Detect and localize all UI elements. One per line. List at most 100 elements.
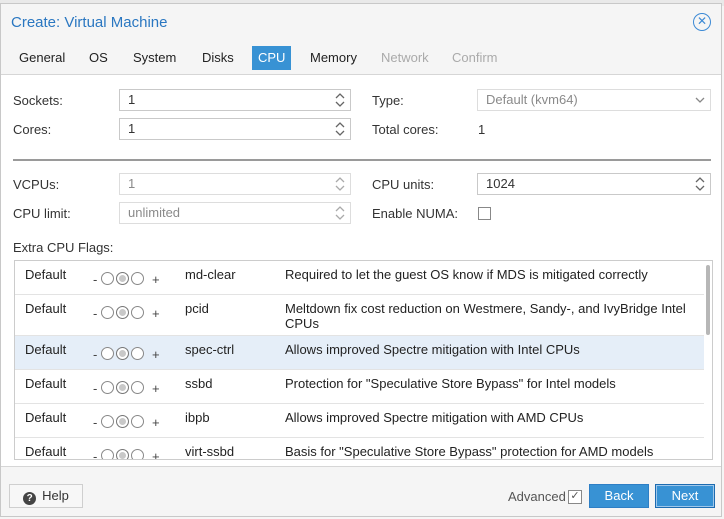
create-vm-dialog: Create: Virtual Machine ✕ General OS Sys… [0, 3, 722, 517]
scrollbar[interactable] [706, 265, 710, 335]
minus-icon: - [93, 347, 98, 362]
radio-on[interactable] [131, 347, 144, 360]
tristate-toggle[interactable]: - + [93, 304, 169, 322]
type-select[interactable]: Default (kvm64) [477, 89, 711, 111]
close-icon[interactable]: ✕ [693, 13, 711, 31]
type-label: Type: [372, 93, 404, 108]
minus-icon: - [93, 415, 98, 430]
minus-icon: - [93, 272, 98, 287]
spinner-icon[interactable] [695, 176, 705, 192]
tristate-toggle[interactable]: - + [93, 413, 169, 431]
numa-checkbox[interactable] [478, 207, 491, 220]
spinner-icon[interactable] [335, 205, 345, 221]
radio-off[interactable] [101, 449, 114, 459]
radio-default[interactable] [116, 415, 129, 428]
spinner-icon[interactable] [335, 121, 345, 137]
sockets-label: Sockets: [13, 93, 63, 108]
advanced-checkbox[interactable]: ✓ [568, 490, 582, 504]
flag-state: Default [25, 376, 67, 391]
tristate-toggle[interactable]: - + [93, 345, 169, 363]
flag-name: spec-ctrl [185, 342, 235, 357]
flag-name: ssbd [185, 376, 213, 391]
radio-off[interactable] [101, 415, 114, 428]
table-row[interactable]: Default - + ibpb Allows improved Spectre … [15, 404, 704, 438]
flag-name: pcid [185, 301, 209, 316]
radio-on[interactable] [131, 306, 144, 319]
dialog-titlebar: Create: Virtual Machine ✕ [1, 4, 721, 42]
plus-icon: + [152, 415, 160, 430]
flag-name: md-clear [185, 267, 236, 282]
minus-icon: - [93, 381, 98, 396]
tab-general[interactable]: General [13, 46, 71, 70]
radio-off[interactable] [101, 306, 114, 319]
vcpus-field[interactable]: 1 [119, 173, 351, 195]
tab-os[interactable]: OS [83, 46, 114, 70]
sockets-field[interactable]: 1 [119, 89, 351, 111]
table-row[interactable]: Default - + ssbd Protection for "Speculat… [15, 370, 704, 404]
cpu-units-label: CPU units: [372, 177, 435, 192]
tab-system[interactable]: System [127, 46, 182, 70]
flag-description: Meltdown fix cost reduction on Westmere,… [285, 301, 686, 331]
total-cores-value: 1 [478, 122, 486, 137]
flag-description: Protection for "Speculative Store Bypass… [285, 376, 616, 391]
cores-label: Cores: [13, 122, 52, 137]
tristate-toggle[interactable]: - + [93, 379, 169, 397]
radio-default[interactable] [116, 306, 129, 319]
radio-default[interactable] [116, 272, 129, 285]
radio-off[interactable] [101, 347, 114, 360]
spinner-icon[interactable] [335, 92, 345, 108]
type-value: Default (kvm64) [486, 92, 578, 107]
plus-icon: + [152, 347, 160, 362]
extra-flags-label: Extra CPU Flags: [13, 240, 114, 255]
flag-name: virt-ssbd [185, 444, 235, 459]
dialog-title: Create: Virtual Machine [11, 14, 168, 31]
tab-network: Network [381, 50, 429, 65]
tab-cpu[interactable]: CPU [252, 46, 292, 70]
plus-icon: + [152, 449, 160, 460]
flag-name: ibpb [185, 410, 210, 425]
radio-on[interactable] [131, 449, 144, 459]
flag-description: Allows improved Spectre mitigation with … [285, 410, 584, 425]
cpu-panel: Sockets: 1 Cores: 1 Type: Default (kvm64… [1, 74, 721, 467]
radio-off[interactable] [101, 272, 114, 285]
radio-on[interactable] [131, 272, 144, 285]
table-row[interactable]: Default - + md-clear Required to let the … [15, 261, 704, 295]
tab-memory[interactable]: Memory [304, 46, 363, 70]
radio-default[interactable] [116, 381, 129, 394]
tab-disks[interactable]: Disks [196, 46, 240, 70]
radio-default[interactable] [116, 347, 129, 360]
spinner-icon[interactable] [335, 176, 345, 192]
flag-state: Default [25, 301, 67, 316]
help-label: Help [42, 488, 69, 503]
table-row[interactable]: Default - + pcid Meltdown fix cost reduct… [15, 295, 704, 336]
radio-on[interactable] [131, 415, 144, 428]
cpu-flags-grid: Default - + md-clear Required to let the … [14, 260, 713, 460]
cpu-units-value: 1024 [486, 176, 515, 191]
cpu-limit-field[interactable]: unlimited [119, 202, 351, 224]
flag-state: Default [25, 267, 67, 282]
minus-icon: - [93, 306, 98, 321]
numa-label: Enable NUMA: [372, 206, 458, 221]
flag-description: Allows improved Spectre mitigation with … [285, 342, 580, 357]
flag-state: Default [25, 342, 67, 357]
help-button[interactable]: ? Help [9, 484, 83, 508]
back-button[interactable]: Back [589, 484, 649, 508]
divider [13, 159, 711, 161]
tristate-toggle[interactable]: - + [93, 447, 169, 460]
plus-icon: + [152, 306, 160, 321]
cores-field[interactable]: 1 [119, 118, 351, 140]
table-row[interactable]: Default - + spec-ctrl Allows improved Spe… [15, 336, 704, 370]
total-cores-label: Total cores: [372, 122, 439, 137]
flag-state: Default [25, 444, 67, 459]
table-row[interactable]: Default - + virt-ssbd Basis for "Speculat… [15, 438, 704, 460]
help-icon: ? [23, 492, 37, 505]
tristate-toggle[interactable]: - + [93, 270, 169, 288]
cpu-limit-value: unlimited [128, 205, 181, 220]
radio-on[interactable] [131, 381, 144, 394]
next-button[interactable]: Next [655, 484, 715, 508]
flag-description: Required to let the guest OS know if MDS… [285, 267, 648, 282]
radio-off[interactable] [101, 381, 114, 394]
chevron-down-icon[interactable] [695, 93, 705, 109]
cpu-units-field[interactable]: 1024 [477, 173, 711, 195]
radio-default[interactable] [116, 449, 129, 459]
